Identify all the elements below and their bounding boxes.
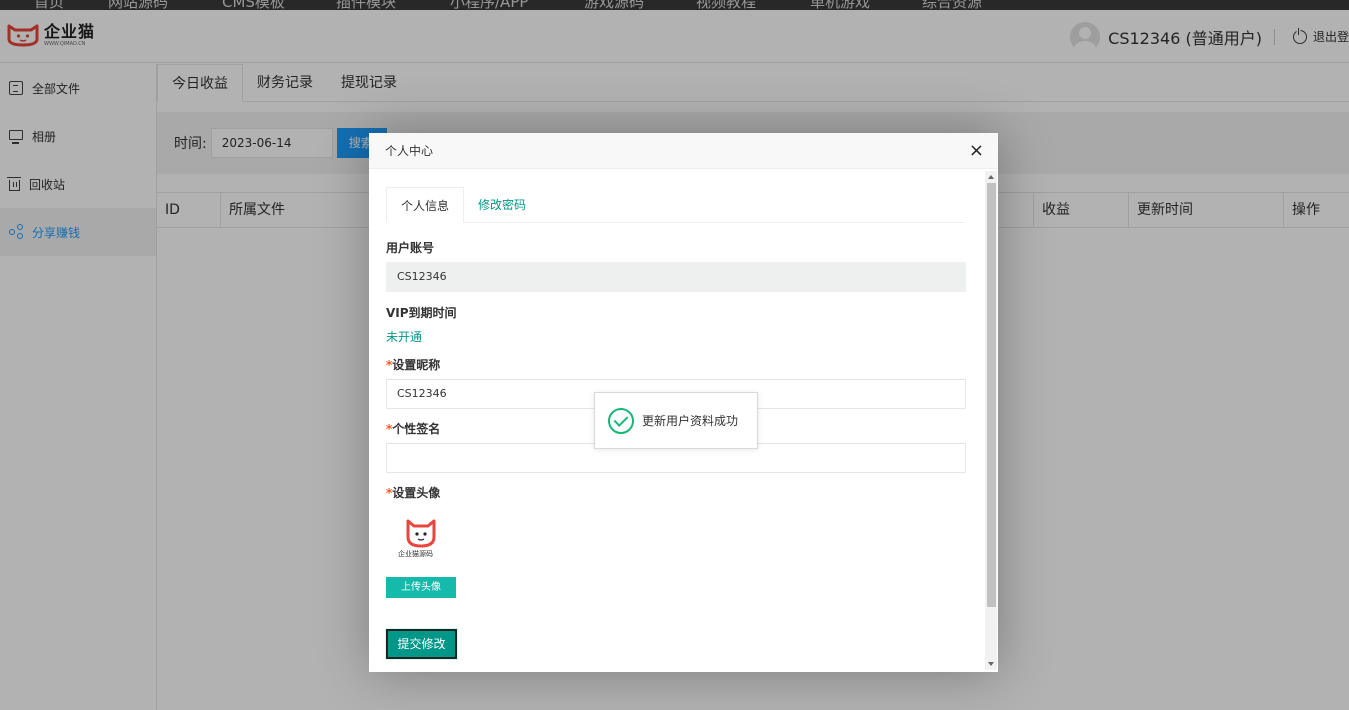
submit-button[interactable]: 提交修改 [385,628,458,660]
upload-avatar-button[interactable]: 上传头像 [386,577,456,598]
profile-tabs: 个人信息 修改密码 [386,187,965,223]
nickname-label: *设置昵称 [386,358,441,372]
scroll-thumb[interactable] [987,183,996,607]
close-icon[interactable]: × [969,133,984,169]
scroll-up-icon[interactable] [988,175,994,179]
success-toast: 更新用户资料成功 [594,392,758,449]
check-circle-icon [608,407,634,434]
account-label: 用户账号 [386,241,435,255]
modal-scrollbar[interactable] [985,171,997,670]
toast-message: 更新用户资料成功 [642,414,739,428]
vip-value: 未开通 [386,330,423,344]
avatar-label: *设置头像 [386,486,441,500]
avatar-caption: 企业猫源码 [398,550,433,558]
modal-header: 个人中心 × [369,133,998,169]
tab-personal-info[interactable]: 个人信息 [386,187,465,223]
account-field: CS12346 [386,262,966,292]
scroll-down-icon[interactable] [988,662,994,666]
vip-label: VIP到期时间 [386,306,457,320]
modal-title: 个人中心 [385,144,434,158]
tab-change-password[interactable]: 修改密码 [464,187,540,222]
signature-label: *个性签名 [386,422,441,436]
